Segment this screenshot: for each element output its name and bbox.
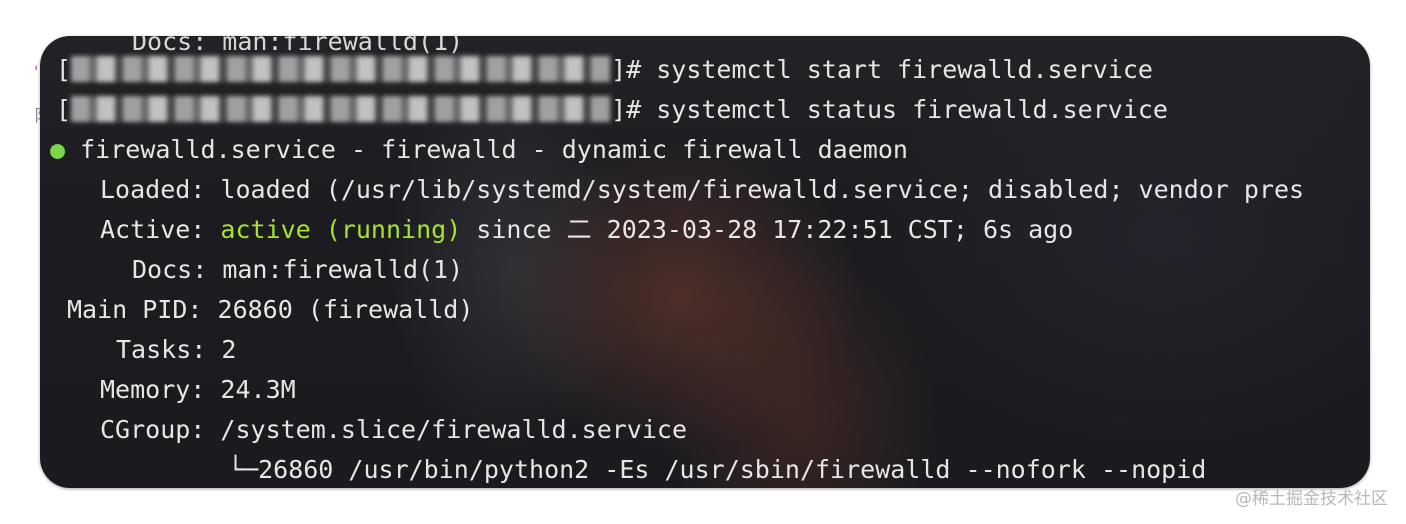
tasks-line: Tasks: 2: [116, 330, 236, 370]
command-line-status: [ ]# systemctl status firewalld.service: [56, 90, 1168, 130]
cgroup-label: CGroup:: [100, 415, 206, 444]
memory-value: 24.3M: [220, 375, 296, 404]
cgroup-process-line: └─26860 /usr/bin/python2 -Es /usr/sbin/f…: [228, 455, 1207, 484]
active-line: Active: active (running) since 二 2023-03…: [100, 210, 1073, 250]
prompt-close: ]#: [611, 55, 642, 84]
memory-line: Memory: 24.3M: [100, 370, 296, 410]
unit-description: firewalld.service - firewalld - dynamic …: [65, 135, 908, 164]
main-pid-line: Main PID: 26860 (firewalld): [67, 290, 473, 330]
pid-label: Main PID:: [67, 295, 203, 324]
loaded-label: Loaded:: [100, 175, 206, 204]
cgroup-line: CGroup: /system.slice/firewalld.service: [100, 410, 687, 450]
tasks-label: Tasks:: [116, 335, 207, 364]
memory-label: Memory:: [100, 375, 206, 404]
loaded-value: loaded (/usr/lib/systemd/system/firewall…: [220, 175, 1305, 204]
redacted-hostname: [71, 96, 612, 122]
active-label: Active:: [100, 215, 206, 244]
watermark-text: @稀土掘金技术社区: [1235, 489, 1388, 509]
status-dot-icon: ●: [50, 135, 66, 164]
prompt-open-bracket: [: [56, 55, 72, 84]
unit-header-line: ● firewalld.service - firewalld - dynami…: [50, 130, 908, 170]
docs-value: man:firewalld(1): [222, 255, 464, 284]
screenshot-stage: ' 阝 Docs: man:firewalld(1) []# systemctl…: [0, 0, 1406, 524]
tasks-value: 2: [221, 335, 237, 364]
loaded-line: Loaded: loaded (/usr/lib/systemd/system/…: [100, 170, 1304, 210]
prompt-open-bracket: [: [56, 95, 72, 124]
command-text: systemctl start firewalld.service: [641, 55, 1153, 84]
pid-value: 26860 (firewalld): [217, 295, 474, 324]
redacted-hostname: [71, 56, 612, 82]
edge-fragment: ': [34, 62, 39, 81]
active-state: active (running): [220, 215, 462, 244]
terminal-window[interactable]: Docs: man:firewalld(1) [ ]# systemctl sta…: [40, 36, 1370, 488]
command-line-start: [ ]# systemctl start firewalld.service: [56, 50, 1153, 90]
command-text: systemctl status firewalld.service: [641, 95, 1168, 124]
docs-label: Docs:: [132, 255, 208, 284]
cgroup-value: /system.slice/firewalld.service: [220, 415, 688, 444]
docs-line: Docs: man:firewalld(1): [132, 250, 463, 290]
prompt-close: ]#: [611, 95, 642, 124]
active-since: since 二 2023-03-28 17:22:51 CST; 6s ago: [461, 215, 1074, 244]
